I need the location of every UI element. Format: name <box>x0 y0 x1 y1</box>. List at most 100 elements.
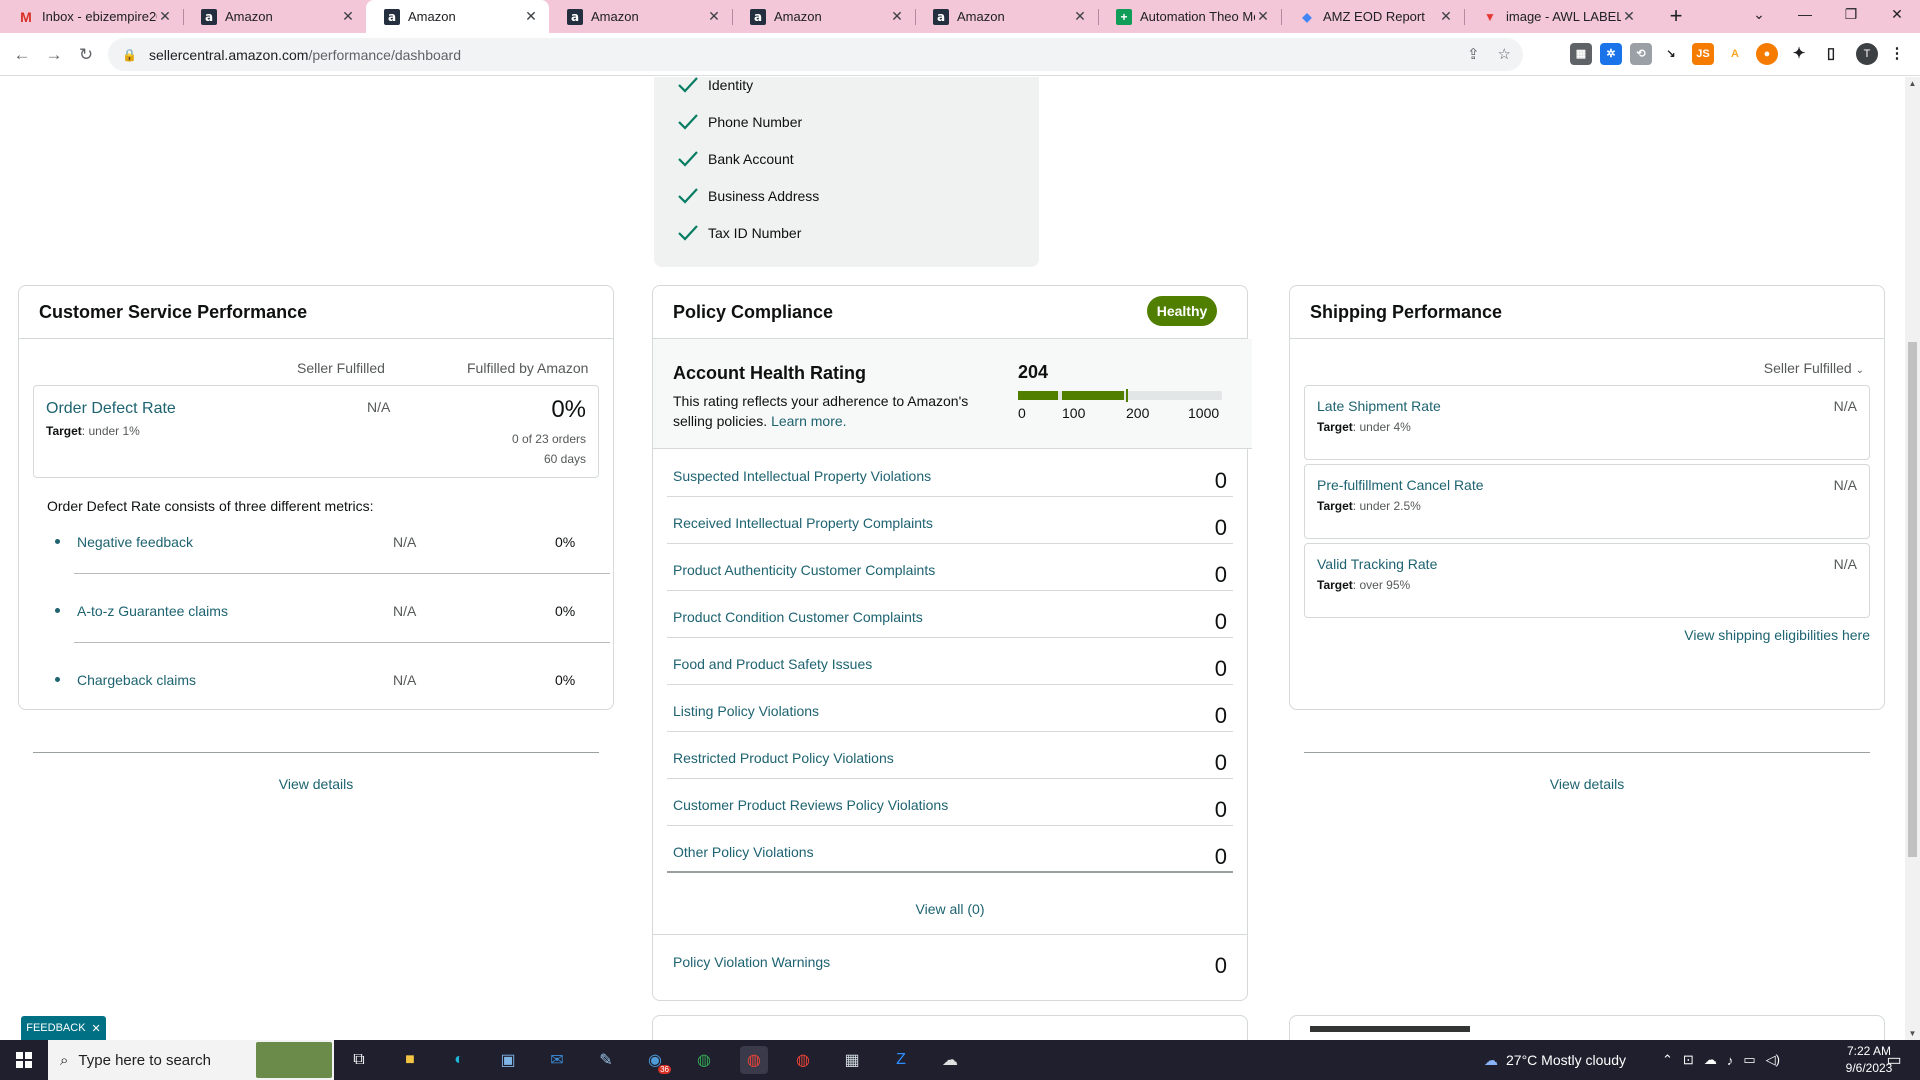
violation-link[interactable]: Product Authenticity Customer Complaints <box>673 562 935 578</box>
close-icon[interactable]: ✕ <box>706 8 722 25</box>
side-panel-icon[interactable]: ▯ <box>1820 43 1842 65</box>
bookmark-star-icon[interactable]: ☆ <box>1498 45 1511 63</box>
close-icon[interactable]: ✕ <box>1438 8 1454 25</box>
chrome-icon[interactable]: ◍ <box>789 1046 817 1074</box>
close-icon[interactable]: ✕ <box>340 8 356 25</box>
violation-link[interactable]: Food and Product Safety Issues <box>673 656 872 672</box>
close-icon[interactable]: ✕ <box>523 8 539 25</box>
atoz-claims-link[interactable]: A-to-z Guarantee claims <box>77 603 228 619</box>
tray-app-icon[interactable]: ⊡ <box>1683 1052 1694 1068</box>
tab-eod-report[interactable]: ◆ AMZ EOD Report ✕ <box>1281 0 1464 33</box>
violation-link[interactable]: Received Intellectual Property Complaint… <box>673 515 933 531</box>
shipping-eligibilities-link[interactable]: View shipping eligibilities here <box>1684 627 1870 643</box>
edge-icon[interactable]: ◐ <box>445 1046 473 1074</box>
tab-title: AMZ EOD Report <box>1323 9 1425 24</box>
view-details-link[interactable]: View details <box>19 776 613 792</box>
verification-label: Business Address <box>708 188 820 204</box>
view-all-link[interactable]: View all (0) <box>653 901 1247 917</box>
fulfillment-dropdown[interactable]: Seller Fulfilled ⌄ <box>1764 360 1864 376</box>
volume-icon[interactable]: ◁) <box>1766 1052 1780 1068</box>
reload-icon[interactable]: ↻ <box>72 41 100 69</box>
notifications-icon[interactable]: ▭ <box>1880 1046 1908 1074</box>
view-details-link[interactable]: View details <box>1290 776 1884 792</box>
close-icon[interactable]: ✕ <box>1621 8 1637 25</box>
tab-awl[interactable]: ▼ image - AWL LABEL ✕ <box>1464 0 1647 33</box>
back-icon[interactable]: ← <box>8 41 36 69</box>
minimize-button[interactable]: — <box>1782 0 1828 30</box>
violation-link[interactable]: Other Policy Violations <box>673 844 814 860</box>
violation-link[interactable]: Listing Policy Violations <box>673 703 819 719</box>
onedrive-icon[interactable]: ☁ <box>1704 1052 1717 1068</box>
violation-link[interactable]: Customer Product Reviews Policy Violatio… <box>673 797 948 813</box>
violation-link[interactable]: Product Condition Customer Complaints <box>673 609 923 625</box>
extension-off-icon[interactable]: ▦ <box>1570 43 1592 65</box>
extension-icon[interactable]: ↘ <box>1660 43 1682 65</box>
tab-sheets[interactable]: + Automation Theo Mo ✕ <box>1098 0 1281 33</box>
learn-more-link[interactable]: Learn more. <box>771 413 846 429</box>
tab-amazon[interactable]: a Amazon ✕ <box>915 0 1098 33</box>
mail-icon[interactable]: ✉ <box>543 1046 571 1074</box>
late-shipment-rate-link[interactable]: Late Shipment Rate <box>1317 398 1441 414</box>
column-header-fba: Fulfilled by Amazon <box>467 360 589 376</box>
taskbar-search-input[interactable]: ⌕ Type here to search <box>48 1040 334 1080</box>
close-icon[interactable]: ✕ <box>92 1022 101 1035</box>
share-icon[interactable]: ⇪ <box>1467 45 1480 63</box>
extension-icon[interactable]: ⟲ <box>1630 43 1652 65</box>
address-bar[interactable]: 🔒 sellercentral.amazon.com /performance/… <box>108 38 1523 71</box>
policy-warnings-link[interactable]: Policy Violation Warnings <box>673 954 830 970</box>
extensions-puzzle-icon[interactable]: ✦ <box>1788 43 1810 65</box>
extension-icon[interactable]: A <box>1724 43 1746 65</box>
verification-label: Bank Account <box>708 151 794 167</box>
valid-tracking-rate-link[interactable]: Valid Tracking Rate <box>1317 556 1437 572</box>
extension-icon[interactable]: ✲ <box>1600 43 1622 65</box>
extension-icon[interactable]: ● <box>1756 43 1778 65</box>
calculator-icon[interactable]: ▦ <box>838 1046 866 1074</box>
verification-label: Identity <box>708 77 754 93</box>
page-scrollbar[interactable]: ▲ ▼ <box>1905 77 1920 1040</box>
forward-icon[interactable]: → <box>40 41 68 69</box>
tab-amazon[interactable]: a Amazon ✕ <box>183 0 366 33</box>
close-icon[interactable]: ✕ <box>157 8 173 25</box>
tab-amazon[interactable]: a Amazon ✕ <box>732 0 915 33</box>
network-icon[interactable]: ▭ <box>1743 1052 1755 1068</box>
tab-amazon[interactable]: a Amazon ✕ <box>549 0 732 33</box>
chargeback-claims-link[interactable]: Chargeback claims <box>77 672 196 688</box>
cloud-icon: ☁ <box>1484 1051 1498 1068</box>
zalo-icon[interactable]: Z <box>887 1046 915 1074</box>
store-icon[interactable]: ▣ <box>494 1046 522 1074</box>
page-content: Identity Phone Number Bank Account Busin… <box>0 77 1905 1040</box>
close-icon[interactable]: ✕ <box>889 8 905 25</box>
tab-search-button[interactable]: ⌄ <box>1736 0 1782 30</box>
feedback-button[interactable]: FEEDBACK ✕ <box>21 1016 106 1040</box>
new-tab-button[interactable]: + <box>1662 3 1690 31</box>
chrome-icon[interactable]: ◍ <box>690 1046 718 1074</box>
card-title: Shipping Performance <box>1310 302 1503 322</box>
profile-avatar[interactable]: T <box>1856 43 1878 65</box>
menu-kebab-icon[interactable]: ⋮ <box>1886 43 1908 65</box>
task-view-icon[interactable]: ⧉ <box>345 1046 373 1074</box>
close-icon[interactable]: ✕ <box>1255 8 1271 25</box>
negative-feedback-link[interactable]: Negative feedback <box>77 534 193 550</box>
tab-gmail[interactable]: M Inbox - ebizempire202 ✕ <box>0 0 183 33</box>
file-explorer-icon[interactable]: ■ <box>396 1046 424 1074</box>
restore-button[interactable]: ❐ <box>1828 0 1874 30</box>
pre-fulfillment-cancel-rate-link[interactable]: Pre-fulfillment Cancel Rate <box>1317 477 1484 493</box>
order-defect-rate-link[interactable]: Order Defect Rate <box>46 400 176 418</box>
app-icon[interactable]: ◉ 36 <box>641 1046 671 1074</box>
odr-fba-value: 0% <box>551 396 586 423</box>
close-icon[interactable]: ✕ <box>1072 8 1088 25</box>
app-icon[interactable]: ☁ <box>936 1046 964 1074</box>
violation-link[interactable]: Suspected Intellectual Property Violatio… <box>673 468 931 484</box>
close-window-button[interactable]: ✕ <box>1874 0 1920 30</box>
chevron-up-icon[interactable]: ⌃ <box>1662 1052 1673 1068</box>
extension-js-icon[interactable]: JS <box>1692 43 1714 65</box>
list-item: Negative feedback N/A 0% <box>47 534 587 574</box>
violation-link[interactable]: Restricted Product Policy Violations <box>673 750 894 766</box>
scrollbar-thumb[interactable] <box>1908 342 1917 857</box>
weather-widget[interactable]: ☁ 27°C Mostly cloudy <box>1484 1040 1626 1080</box>
notepad-icon[interactable]: ✎ <box>592 1046 620 1074</box>
windows-start-icon[interactable] <box>0 1040 48 1080</box>
chrome-icon[interactable]: ◍ <box>740 1046 768 1074</box>
microphone-icon[interactable]: ♪ <box>1727 1053 1734 1068</box>
tab-amazon-active[interactable]: a Amazon ✕ <box>366 0 549 33</box>
